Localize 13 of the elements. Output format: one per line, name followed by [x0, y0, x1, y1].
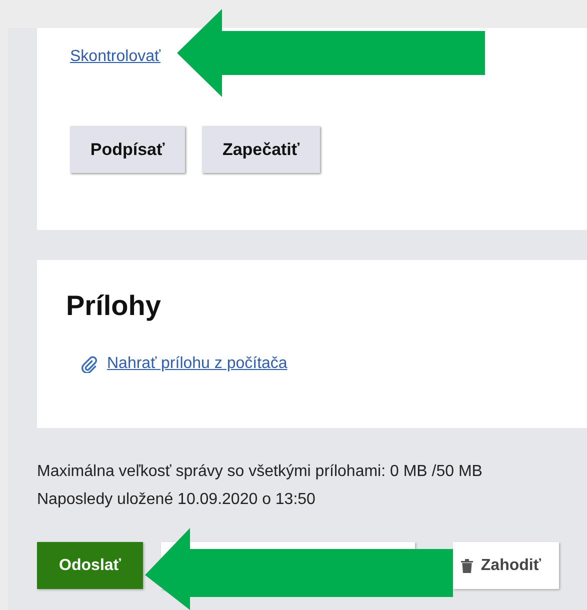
- info-text: Maximálna veľkosť správy so všetkými prílohami: 0 MB /50 MB: [37, 462, 484, 482]
- info-text: Naposledy uložené 10.09.2020 o 13:50: [37, 490, 316, 510]
- section-title: Prílohy: [66, 290, 162, 322]
- paperclip-icon: [80, 355, 98, 373]
- check-link[interactable]: Skontrolovať: [70, 48, 160, 65]
- arrow-icon: [177, 9, 485, 97]
- send-button[interactable]: Odoslať: [37, 542, 143, 589]
- action-button[interactable]: Zapečatiť: [202, 126, 320, 173]
- upload-link[interactable]: Nahrať prílohu z počítača: [107, 355, 288, 373]
- trash-icon: [460, 558, 473, 572]
- arrow-icon: [145, 528, 453, 610]
- action-button[interactable]: Podpísať: [70, 126, 185, 173]
- discard-button[interactable]: Zahodiť: [453, 542, 559, 589]
